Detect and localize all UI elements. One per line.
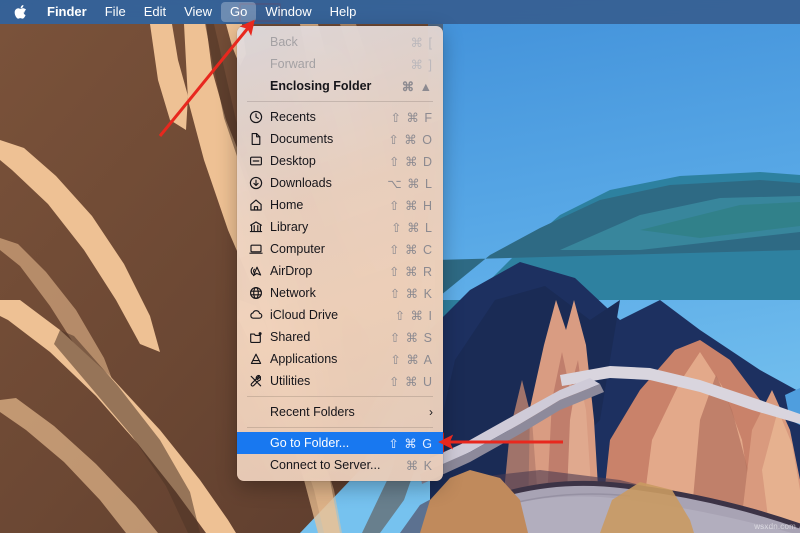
menubar-item-view[interactable]: View bbox=[175, 2, 221, 22]
menu-item-network[interactable]: Network ⇧ ⌘ K bbox=[237, 282, 443, 304]
menubar-item-go[interactable]: Go bbox=[221, 2, 257, 22]
menubar-item-file[interactable]: File bbox=[96, 2, 135, 22]
go-menu-dropdown[interactable]: Back ⌘ [ Forward ⌘ ] Enclosing Folder ⌘ ▲ Rece… bbox=[237, 26, 443, 481]
document-icon bbox=[246, 131, 265, 147]
cloud-icon bbox=[246, 307, 265, 323]
menu-item-shortcut: ⇧ ⌘ C bbox=[389, 242, 433, 257]
shared-folder-icon bbox=[246, 329, 265, 345]
utilities-icon bbox=[246, 373, 265, 389]
menu-item-shortcut: ⇧ ⌘ S bbox=[389, 330, 433, 345]
menu-separator bbox=[247, 427, 433, 428]
menu-item-label: Applications bbox=[270, 352, 338, 366]
menu-item-shortcut: ⇧ ⌘ F bbox=[390, 110, 433, 125]
menu-item-label: AirDrop bbox=[270, 264, 313, 278]
menu-item-shortcut: ⌘ ▲ bbox=[401, 79, 433, 94]
menu-item-icon-placeholder bbox=[246, 34, 265, 50]
network-icon bbox=[246, 285, 265, 301]
menu-item-label: Downloads bbox=[270, 176, 332, 190]
menu-separator bbox=[247, 101, 433, 102]
menu-item-shortcut: ⇧ ⌘ H bbox=[389, 198, 433, 213]
menu-item-shortcut: ⇧ ⌘ R bbox=[389, 264, 433, 279]
menu-item-shortcut: ⌘ [ bbox=[410, 35, 433, 50]
menu-item-icon-placeholder bbox=[246, 404, 265, 420]
menu-item-label: Forward bbox=[270, 57, 316, 71]
menu-item-icon-placeholder bbox=[246, 56, 265, 72]
menu-item-shortcut: ⌥ ⌘ L bbox=[387, 176, 433, 191]
menu-item-label: Go to Folder... bbox=[270, 436, 350, 450]
desktop-screen: wsxdn.com Finder File Edit View Go Window Help… bbox=[0, 0, 800, 533]
menu-item-shared[interactable]: Shared ⇧ ⌘ S bbox=[237, 326, 443, 348]
library-icon bbox=[246, 219, 265, 235]
menu-item-icon-placeholder bbox=[246, 435, 265, 451]
menu-item-documents[interactable]: Documents ⇧ ⌘ O bbox=[237, 128, 443, 150]
menu-item-shortcut: ⇧ ⌘ U bbox=[389, 374, 433, 389]
menubar-item-edit[interactable]: Edit bbox=[135, 2, 175, 22]
clock-icon bbox=[246, 109, 265, 125]
menu-item-back: Back ⌘ [ bbox=[237, 31, 443, 53]
menu-item-label: iCloud Drive bbox=[270, 308, 339, 322]
menu-item-shortcut: ⇧ ⌘ O bbox=[388, 132, 433, 147]
menu-item-label: Shared bbox=[270, 330, 311, 344]
menu-item-enclosing-folder[interactable]: Enclosing Folder ⌘ ▲ bbox=[237, 75, 443, 97]
menu-item-label: Enclosing Folder bbox=[270, 79, 372, 93]
menu-item-desktop[interactable]: Desktop ⇧ ⌘ D bbox=[237, 150, 443, 172]
computer-icon bbox=[246, 241, 265, 257]
menu-item-library[interactable]: Library ⇧ ⌘ L bbox=[237, 216, 443, 238]
menu-item-label: Home bbox=[270, 198, 304, 212]
menu-item-label: Back bbox=[270, 35, 298, 49]
apple-logo-icon[interactable] bbox=[8, 4, 38, 20]
home-icon bbox=[246, 197, 265, 213]
download-icon bbox=[246, 175, 265, 191]
menu-item-computer[interactable]: Computer ⇧ ⌘ C bbox=[237, 238, 443, 260]
menu-item-shortcut: ⇧ ⌘ D bbox=[389, 154, 433, 169]
menubar-item-help[interactable]: Help bbox=[321, 2, 366, 22]
menubar-item-window[interactable]: Window bbox=[256, 2, 320, 22]
menu-item-shortcut: ⇧ ⌘ K bbox=[389, 286, 433, 301]
menu-item-shortcut: ⇧ ⌘ A bbox=[390, 352, 433, 367]
menu-item-label: Documents bbox=[270, 132, 334, 146]
menu-item-airdrop[interactable]: AirDrop ⇧ ⌘ R bbox=[237, 260, 443, 282]
airdrop-icon bbox=[246, 263, 265, 279]
menu-item-icloud-drive[interactable]: iCloud Drive ⇧ ⌘ I bbox=[237, 304, 443, 326]
menu-item-label: Network bbox=[270, 286, 316, 300]
menu-item-label: Recents bbox=[270, 110, 316, 124]
wallpaper-watermark: wsxdn.com bbox=[754, 522, 796, 531]
menu-bar: Finder File Edit View Go Window Help bbox=[0, 0, 800, 24]
chevron-right-icon: › bbox=[429, 405, 433, 419]
menu-item-applications[interactable]: Applications ⇧ ⌘ A bbox=[237, 348, 443, 370]
menu-item-go-to-folder[interactable]: Go to Folder... ⇧ ⌘ G bbox=[237, 432, 443, 454]
menu-item-forward: Forward ⌘ ] bbox=[237, 53, 443, 75]
menubar-item-finder[interactable]: Finder bbox=[38, 2, 96, 22]
desktop-icon bbox=[246, 153, 265, 169]
menu-item-shortcut: ⇧ ⌘ I bbox=[394, 308, 433, 323]
menu-item-home[interactable]: Home ⇧ ⌘ H bbox=[237, 194, 443, 216]
menu-item-connect-to-server[interactable]: Connect to Server... ⌘ K bbox=[237, 454, 443, 476]
menu-item-label: Connect to Server... bbox=[270, 458, 381, 472]
menu-item-icon-placeholder bbox=[246, 457, 265, 473]
menu-separator bbox=[247, 396, 433, 397]
applications-icon bbox=[246, 351, 265, 367]
menu-item-label: Recent Folders bbox=[270, 405, 355, 419]
menu-item-label: Utilities bbox=[270, 374, 311, 388]
menu-item-label: Computer bbox=[270, 242, 325, 256]
menu-item-utilities[interactable]: Utilities ⇧ ⌘ U bbox=[237, 370, 443, 392]
menu-item-recent-folders[interactable]: Recent Folders › bbox=[237, 401, 443, 423]
menu-item-downloads[interactable]: Downloads ⌥ ⌘ L bbox=[237, 172, 443, 194]
menu-item-shortcut: ⇧ ⌘ G bbox=[388, 436, 433, 451]
menu-item-shortcut: ⌘ K bbox=[405, 458, 433, 473]
menu-item-icon-placeholder bbox=[246, 78, 265, 94]
menu-item-shortcut: ⌘ ] bbox=[410, 57, 433, 72]
menu-item-recents[interactable]: Recents ⇧ ⌘ F bbox=[237, 106, 443, 128]
menu-item-label: Library bbox=[270, 220, 309, 234]
menu-item-shortcut: ⇧ ⌘ L bbox=[391, 220, 433, 235]
menu-item-label: Desktop bbox=[270, 154, 316, 168]
